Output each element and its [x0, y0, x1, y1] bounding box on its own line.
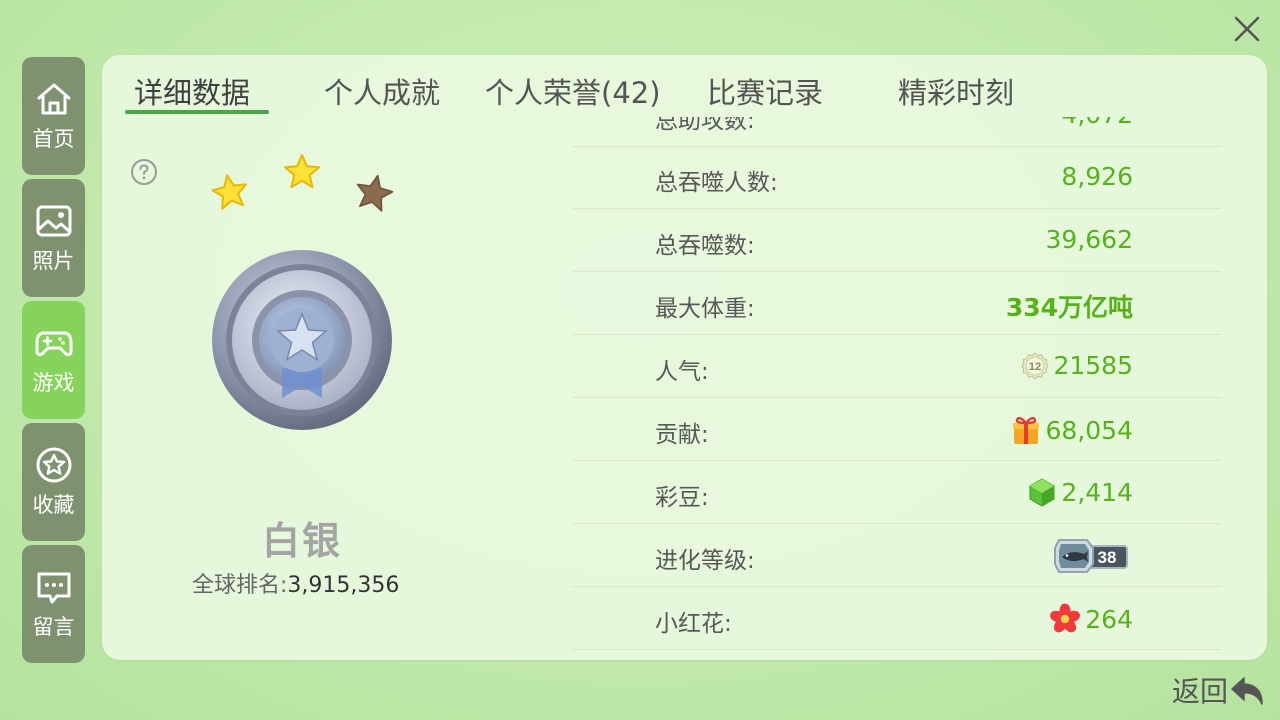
stat-label: 进化等级:	[655, 548, 755, 574]
tab-bar: 详细数据 个人成就 个人荣誉(42) 比赛记录 精彩时刻	[102, 55, 1267, 117]
photo-icon	[36, 205, 71, 237]
sidebar-item-label: 首页	[32, 127, 75, 151]
stat-row: 进化等级: 38	[573, 525, 1221, 587]
tab-match-records[interactable]: 比赛记录	[707, 70, 823, 112]
stat-row: 人气: 12 21585	[573, 336, 1221, 398]
stat-value: 38	[1053, 536, 1133, 576]
sidebar-item-games[interactable]: 游戏	[22, 301, 85, 419]
home-icon	[37, 83, 70, 115]
stat-label: 小红花:	[655, 611, 732, 637]
svg-text:12: 12	[1029, 361, 1041, 373]
stat-value: 8,926	[1061, 162, 1133, 191]
message-icon	[37, 572, 70, 604]
stat-row: 总吞噬人数: 8,926	[573, 147, 1221, 209]
global-rank: 全球排名:3,915,356	[192, 567, 422, 599]
stat-label: 人气:	[655, 359, 709, 385]
tab-detailed-data[interactable]: 详细数据	[134, 70, 250, 112]
main-panel: 详细数据 个人成就 个人荣誉(42) 比赛记录 精彩时刻 白银 全球排名:3,9…	[102, 55, 1267, 660]
star-icon	[36, 447, 71, 483]
stat-row: 总助攻数: 4,072	[573, 117, 1221, 147]
rank-name: 白银	[261, 519, 342, 563]
active-tab-indicator	[125, 110, 269, 114]
tab-highlights[interactable]: 精彩时刻	[898, 70, 1014, 112]
sidebar-item-label: 收藏	[32, 493, 75, 517]
red-flower-icon	[1050, 603, 1081, 633]
back-button[interactable]: 返回	[1172, 670, 1268, 710]
sidebar-item-messages[interactable]: 留言	[22, 545, 85, 663]
stat-value: 12 21585	[1021, 351, 1133, 380]
level-12-badge-icon: 12	[1021, 351, 1050, 380]
stat-label: 总吞噬人数:	[655, 170, 778, 196]
sidebar: 首页 照片 游戏 收藏 留言	[22, 57, 85, 667]
back-arrow-icon	[1231, 677, 1263, 705]
svg-text:38: 38	[1098, 548, 1117, 567]
back-label: 返回	[1172, 675, 1229, 708]
stat-label: 彩豆:	[655, 485, 709, 511]
sidebar-item-label: 照片	[32, 249, 75, 273]
stat-label: 总吞噬数:	[655, 233, 755, 259]
stat-value: 2,414	[1027, 477, 1133, 507]
stat-row: 贡献: 68,054	[573, 399, 1221, 461]
sidebar-item-favorites[interactable]: 收藏	[22, 423, 85, 541]
sidebar-item-photos[interactable]: 照片	[22, 179, 85, 297]
tab-honors[interactable]: 个人荣誉(42)	[485, 70, 661, 112]
sidebar-item-home[interactable]: 首页	[22, 57, 85, 175]
stat-label: 最大体重:	[655, 296, 755, 322]
tab-achievements[interactable]: 个人成就	[324, 70, 440, 112]
silver-rank-medal-icon	[212, 250, 392, 430]
rank-star-unlit-icon	[356, 174, 394, 212]
close-icon	[1234, 16, 1260, 42]
stats-list[interactable]: 总助攻数: 4,072 总吞噬人数: 8,926 总吞噬数: 39,662 最大…	[573, 117, 1221, 650]
rank-star-lit-icon	[211, 174, 247, 210]
stat-value: 4,072	[1061, 117, 1133, 129]
sidebar-item-label: 留言	[32, 615, 75, 639]
stat-value: 68,054	[1010, 414, 1133, 446]
global-rank-value: 3,915,356	[287, 573, 400, 598]
stat-label: 贡献:	[655, 422, 709, 448]
green-hexagon-icon	[1029, 478, 1055, 507]
stat-label: 总助攻数:	[655, 117, 755, 134]
stat-value: 264	[1049, 603, 1133, 635]
stat-value: 334万亿吨	[1005, 293, 1133, 322]
rank-star-lit-icon	[284, 154, 320, 189]
stat-row: 小红花: 264	[573, 588, 1221, 650]
evolution-fish-badge-icon: 38	[1054, 539, 1128, 573]
help-icon[interactable]	[130, 158, 158, 186]
global-rank-label: 全球排名:	[192, 573, 288, 598]
stat-row: 最大体重: 334万亿吨	[573, 273, 1221, 335]
stat-row: 彩豆: 2,414	[573, 462, 1221, 524]
gamepad-icon	[35, 331, 72, 357]
sidebar-item-label: 游戏	[32, 371, 75, 395]
close-button[interactable]	[1228, 10, 1266, 48]
stat-value: 39,662	[1045, 225, 1133, 254]
stat-row: 总吞噬数: 39,662	[573, 210, 1221, 272]
gift-icon	[1012, 416, 1039, 444]
